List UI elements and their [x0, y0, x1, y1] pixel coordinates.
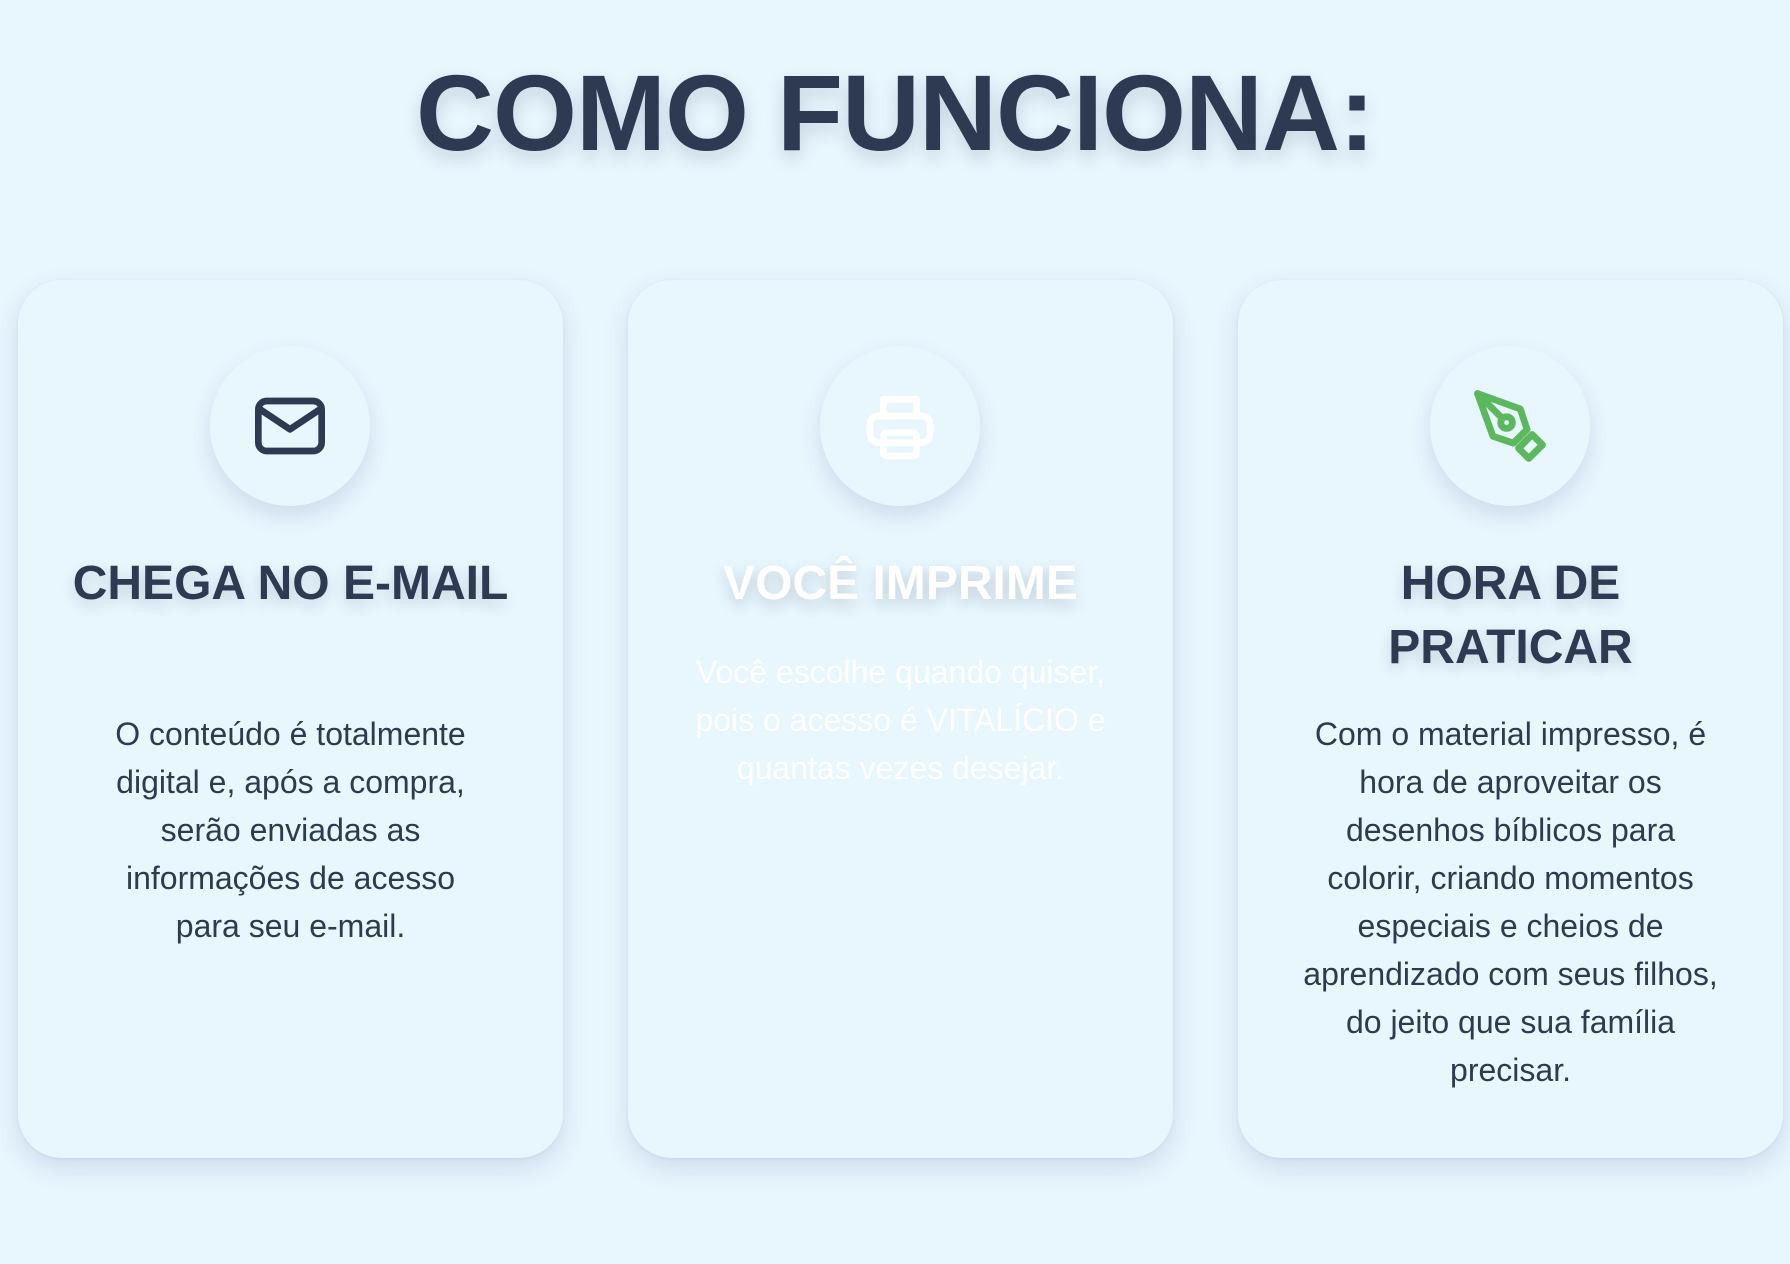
- card-description: Com o material impresso, é hora de aprov…: [1303, 716, 1718, 1088]
- card-title: CHEGA NO E-MAIL: [72, 557, 509, 610]
- page-title: COMO FUNCIONA:: [416, 52, 1375, 173]
- printer-icon: [866, 396, 934, 460]
- feature-card-email: CHEGA NO E-MAIL O conteúdo é totalmente …: [18, 280, 563, 1158]
- mail-icon: [255, 397, 325, 455]
- icon-circle: [1430, 346, 1590, 506]
- card-description: Você escolhe quando quiser, pois o acess…: [695, 654, 1106, 786]
- feature-card-practice: HORA DE PRATICAR Com o material impresso…: [1238, 280, 1783, 1158]
- card-title: HORA DE PRATICAR: [1388, 557, 1633, 674]
- card-title: VOCÊ IMPRIME: [723, 557, 1078, 610]
- feature-card-print: VOCÊ IMPRIME Você escolhe quando quiser,…: [628, 280, 1173, 1158]
- card-description: O conteúdo é totalmente digital e, após …: [115, 716, 466, 944]
- pen-tool-icon: [1474, 390, 1546, 462]
- icon-circle: [210, 346, 370, 506]
- icon-circle: [820, 346, 980, 506]
